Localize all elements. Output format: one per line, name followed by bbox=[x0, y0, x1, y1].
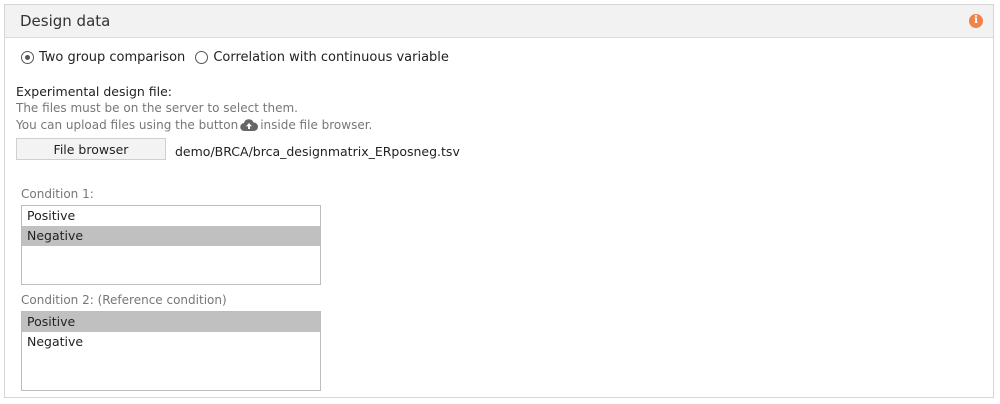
cloud-upload-icon bbox=[240, 119, 259, 132]
radio-correlation[interactable]: Correlation with continuous variable bbox=[195, 50, 449, 65]
help-text-upload-before: You can upload files using the button bbox=[16, 118, 239, 132]
panel-header: Design data i bbox=[5, 5, 993, 38]
radio-button-correlation[interactable] bbox=[195, 51, 209, 64]
radio-label-two-group: Two group comparison bbox=[39, 50, 186, 65]
radio-label-correlation: Correlation with continuous variable bbox=[213, 50, 449, 65]
help-text-upload: You can upload files using the button in… bbox=[16, 118, 372, 132]
file-browser-button[interactable]: File browser bbox=[16, 138, 166, 160]
design-data-panel: Design data i Two group comparison Corre… bbox=[4, 4, 994, 398]
condition2-option-positive[interactable]: Positive bbox=[22, 312, 320, 332]
help-text-server: The files must be on the server to selec… bbox=[16, 101, 298, 115]
condition1-listbox[interactable]: Positive Negative bbox=[21, 205, 321, 285]
design-file-label: Experimental design file: bbox=[16, 84, 173, 99]
condition1-option-negative[interactable]: Negative bbox=[22, 226, 320, 246]
condition1-option-positive[interactable]: Positive bbox=[22, 206, 320, 226]
condition2-option-negative[interactable]: Negative bbox=[22, 332, 320, 352]
comparison-radio-group: Two group comparison Correlation with co… bbox=[21, 50, 459, 65]
info-icon[interactable]: i bbox=[969, 14, 983, 28]
panel-title: Design data bbox=[20, 12, 111, 30]
radio-two-group[interactable]: Two group comparison bbox=[21, 50, 185, 65]
condition1-label: Condition 1: bbox=[21, 187, 94, 201]
radio-button-two-group[interactable] bbox=[21, 51, 34, 64]
selected-file-path: demo/BRCA/brca_designmatrix_ERposneg.tsv bbox=[175, 144, 460, 159]
condition2-listbox[interactable]: Positive Negative bbox=[21, 311, 321, 391]
help-text-upload-after: inside file browser. bbox=[260, 118, 373, 132]
condition2-label: Condition 2: (Reference condition) bbox=[21, 293, 227, 307]
